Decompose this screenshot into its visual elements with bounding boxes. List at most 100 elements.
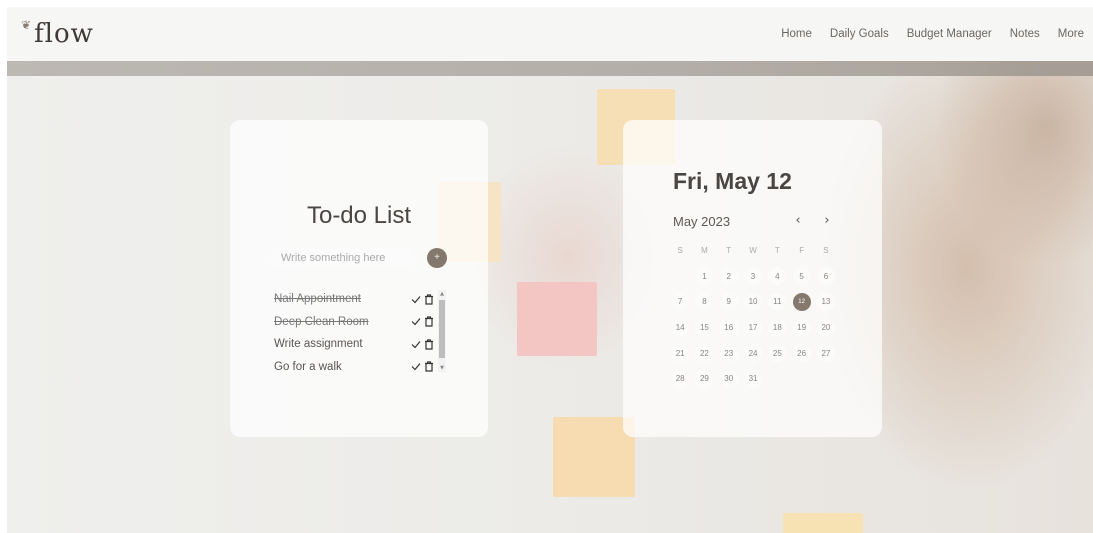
calendar-day-number: 5 <box>792 267 811 286</box>
todo-item-actions <box>411 316 434 327</box>
calendar-day[interactable]: 23 <box>717 343 741 363</box>
scroll-down-icon[interactable]: ▼ <box>439 365 445 371</box>
calendar-weekday: F <box>799 246 805 256</box>
app-frame: ❦ flow Home Daily Goals Budget Manager N… <box>7 7 1093 533</box>
todo-item-text: Write assignment <box>274 338 363 351</box>
nav-more[interactable]: More <box>1049 7 1093 61</box>
calendar-day[interactable]: 30 <box>717 369 741 389</box>
todo-item-actions <box>411 361 434 372</box>
calendar-day[interactable]: 17 <box>741 318 765 338</box>
calendar-day-number: 3 <box>744 267 763 286</box>
todo-title: To-do List <box>306 202 412 229</box>
calendar-day-number: 27 <box>816 344 835 363</box>
calendar-day-number: 28 <box>671 369 690 388</box>
calendar-day[interactable]: 31 <box>741 369 765 389</box>
calendar-day[interactable]: 21 <box>668 343 692 363</box>
calendar-day[interactable]: 6 <box>814 266 838 286</box>
calendar-day-number: 9 <box>719 292 738 311</box>
calendar-day[interactable]: 20 <box>814 318 838 338</box>
calendar-day-number: 24 <box>744 344 763 363</box>
calendar-day[interactable]: 18 <box>765 318 789 338</box>
calendar-day[interactable]: 16 <box>717 318 741 338</box>
calendar-day[interactable]: 24 <box>741 343 765 363</box>
calendar-day[interactable]: 19 <box>789 318 813 338</box>
check-icon[interactable] <box>411 294 421 305</box>
nav-budget-manager[interactable]: Budget Manager <box>898 7 1001 61</box>
scrollbar-thumb[interactable] <box>439 300 445 358</box>
todo-item-text: Go for a walk <box>274 360 342 373</box>
calendar-week-row: 14 15 16 17 18 19 20 <box>668 315 848 341</box>
calendar-week-row: 7 8 9 10 11 12 13 <box>668 289 848 315</box>
check-icon[interactable] <box>411 339 421 350</box>
calendar-day[interactable]: 1 <box>692 266 716 286</box>
todo-card: To-do List + Nail Appointment Deep Clean… <box>230 120 488 437</box>
leaf-icon: ❦ <box>21 18 33 32</box>
calendar-day[interactable]: 11 <box>765 292 789 312</box>
calendar-day-number: 20 <box>816 318 835 337</box>
calendar-day[interactable]: 8 <box>692 292 716 312</box>
add-todo-button[interactable]: + <box>427 248 447 268</box>
calendar-day[interactable]: 5 <box>789 266 813 286</box>
calendar-day-number: 8 <box>695 292 714 311</box>
calendar-day[interactable]: 9 <box>717 292 741 312</box>
calendar-day[interactable]: 27 <box>814 343 838 363</box>
calendar-day-number: 18 <box>768 318 787 337</box>
nav-notes[interactable]: Notes <box>1001 7 1049 61</box>
trash-icon[interactable] <box>424 361 434 372</box>
calendar-day-number: 7 <box>671 292 690 311</box>
calendar-day[interactable]: 2 <box>717 266 741 286</box>
calendar-weekday: S <box>677 246 683 256</box>
calendar-day-number: 4 <box>768 267 787 286</box>
calendar-next-icon[interactable]: › <box>820 213 834 228</box>
main-nav: Home Daily Goals Budget Manager Notes Mo… <box>772 7 1093 61</box>
calendar-day-number: 6 <box>816 267 835 286</box>
calendar-day[interactable]: 15 <box>692 318 716 338</box>
calendar-day[interactable]: 26 <box>789 343 813 363</box>
calendar-prev-icon[interactable]: ‹ <box>791 213 805 228</box>
calendar-day-number: 23 <box>719 344 738 363</box>
todo-scrollbar[interactable]: ▲ ▼ <box>438 290 446 372</box>
calendar-weekday: T <box>726 246 732 256</box>
todo-item: Nail Appointment <box>274 288 434 311</box>
calendar-day[interactable]: 25 <box>765 343 789 363</box>
calendar-day[interactable]: 22 <box>692 343 716 363</box>
calendar-day[interactable]: 29 <box>692 369 716 389</box>
todo-input[interactable] <box>270 248 415 268</box>
calendar-day[interactable]: 28 <box>668 369 692 389</box>
calendar-day-number: 2 <box>719 267 738 286</box>
calendar-day[interactable]: 14 <box>668 318 692 338</box>
brand-logo[interactable]: ❦ flow <box>21 18 94 49</box>
calendar-weekday: M <box>701 246 708 256</box>
calendar-date-heading: Fri, May 12 <box>673 168 792 194</box>
calendar-day-number: 25 <box>768 344 787 363</box>
calendar-day-number: 15 <box>695 318 714 337</box>
calendar-day[interactable]: 4 <box>765 266 789 286</box>
calendar-weekday: W <box>749 246 757 256</box>
todo-item-actions <box>411 339 434 350</box>
nav-home[interactable]: Home <box>772 7 821 61</box>
trash-icon[interactable] <box>424 339 434 350</box>
calendar-day[interactable]: 3 <box>741 266 765 286</box>
header-band <box>7 61 1093 76</box>
calendar-day-number: 21 <box>671 344 690 363</box>
calendar-day-number: 26 <box>792 344 811 363</box>
todo-item: Go for a walk <box>274 356 434 379</box>
calendar-day-selected[interactable]: 12 <box>789 292 813 312</box>
trash-icon[interactable] <box>424 316 434 327</box>
calendar-day-number: 17 <box>744 318 763 337</box>
check-icon[interactable] <box>411 361 421 372</box>
nav-daily-goals[interactable]: Daily Goals <box>821 7 898 61</box>
scroll-up-icon[interactable]: ▲ <box>439 291 445 297</box>
calendar-empty-cell <box>814 369 838 389</box>
calendar-day-number: 10 <box>744 292 763 311</box>
todo-list: Nail Appointment Deep Clean Room Write a… <box>274 288 434 378</box>
calendar-day-number: 31 <box>744 369 763 388</box>
trash-icon[interactable] <box>424 294 434 305</box>
calendar-day[interactable]: 10 <box>741 292 765 312</box>
calendar-weekday: S <box>823 246 829 256</box>
calendar-day[interactable]: 7 <box>668 292 692 312</box>
calendar-day[interactable]: 13 <box>814 292 838 312</box>
calendar-empty-cell <box>765 369 789 389</box>
top-header: ❦ flow Home Daily Goals Budget Manager N… <box>7 7 1093 61</box>
check-icon[interactable] <box>411 316 421 327</box>
